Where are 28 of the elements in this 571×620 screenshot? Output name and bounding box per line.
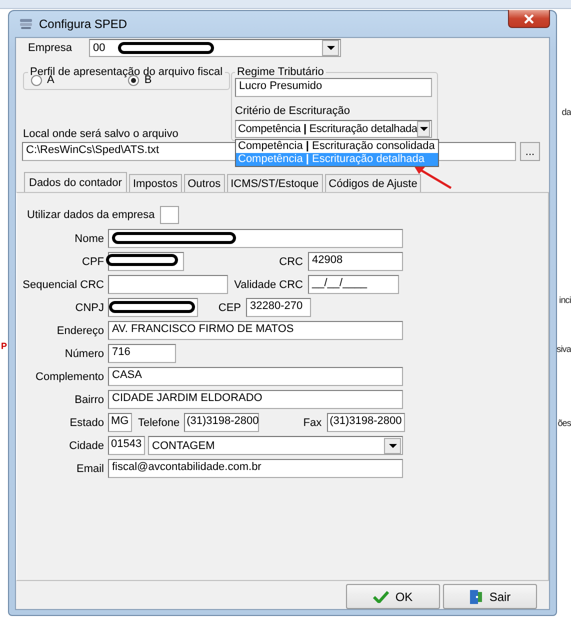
field-label: Email	[75, 462, 104, 474]
group-title: Perfil de apresentação do arquivo fiscal	[29, 67, 224, 77]
field-label: CRC	[278, 256, 304, 268]
field-label: Fax	[302, 416, 323, 428]
background-text: P	[1, 341, 7, 351]
field-label: Local onde será salvo o arquivo	[23, 128, 180, 140]
field-label: CNPJ	[74, 302, 104, 314]
background-text: inci	[559, 295, 571, 305]
background-text: da	[562, 107, 571, 117]
field-label: Sequencial CRC	[22, 278, 104, 290]
group-title: Regime Tributário	[236, 67, 325, 77]
field-label: Estado	[68, 416, 104, 428]
field-label: Endereço	[56, 324, 104, 336]
background-text: siva	[556, 344, 571, 354]
field-label: Validade CRC	[233, 278, 304, 290]
field-label: Utilizar dados da empresa	[26, 208, 155, 220]
window-title: Configura SPED	[39, 17, 128, 31]
background-text: ões	[558, 418, 571, 428]
field-label: CEP	[217, 302, 242, 314]
field-label: Empresa	[27, 42, 74, 54]
field-label: Nome	[74, 232, 104, 244]
field-label: Bairro	[74, 394, 104, 406]
field-label: Telefone	[137, 416, 181, 428]
field-label: Cidade	[68, 440, 104, 452]
field-label: Complemento	[34, 370, 104, 382]
field-label: CPF	[81, 256, 104, 268]
field-label: Critério de Escrituração	[235, 105, 351, 117]
field-label: Número	[64, 348, 104, 360]
